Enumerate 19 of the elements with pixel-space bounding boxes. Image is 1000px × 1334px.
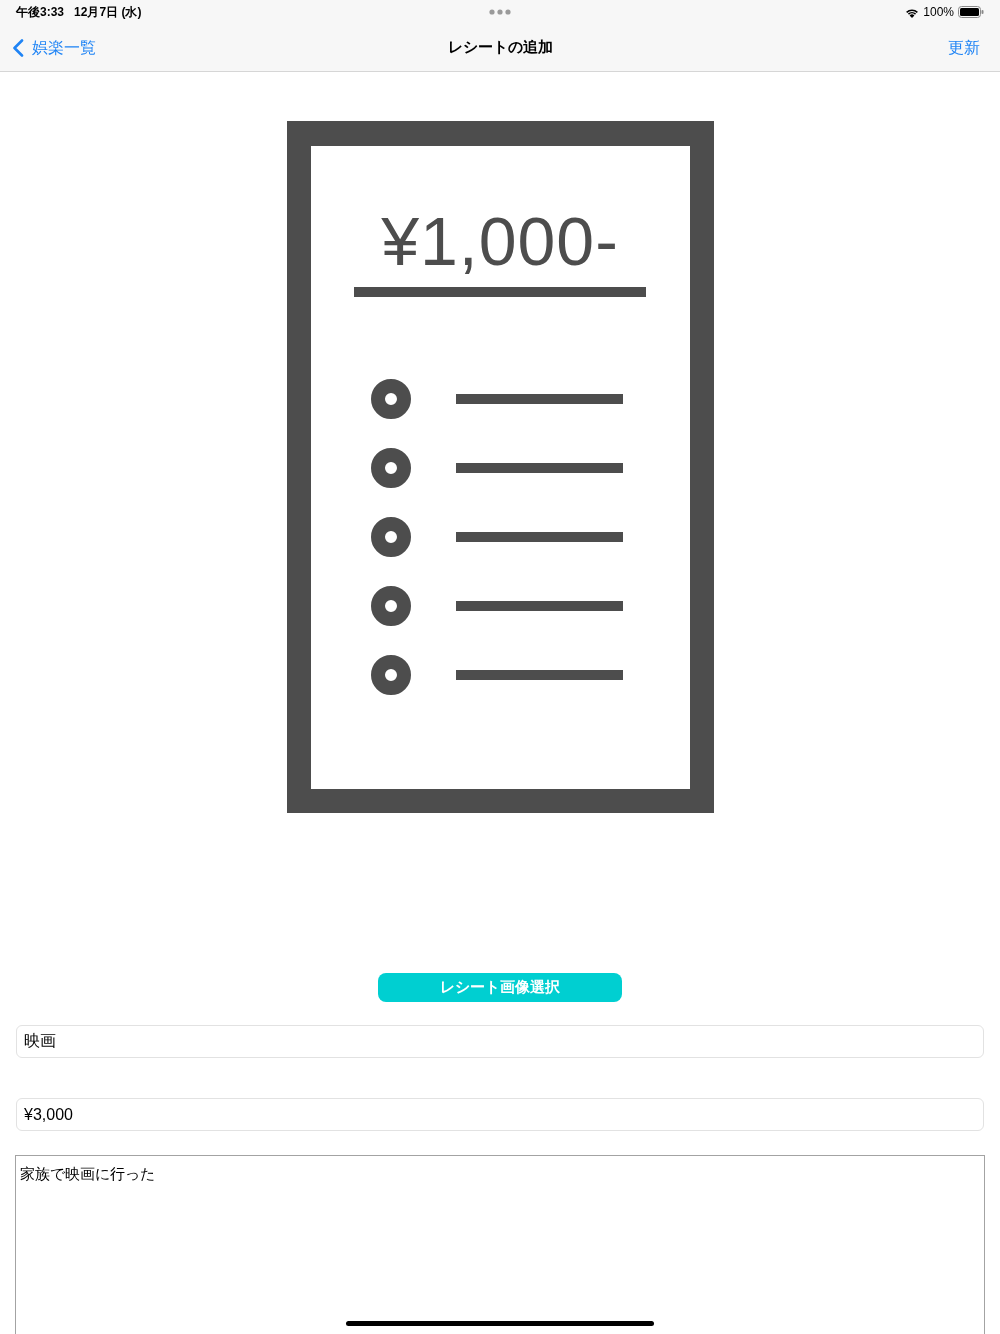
- ring-icon: [370, 586, 411, 626]
- ring-icon: [370, 655, 411, 695]
- screen-title: レシートの追加: [447, 37, 553, 58]
- wifi-icon: [905, 6, 920, 18]
- status-date: 12月7日 (水): [74, 4, 142, 21]
- receipt-amount: ¥1,000-: [381, 207, 619, 275]
- battery-percent: 100%: [923, 4, 954, 21]
- more-dots-icon[interactable]: [489, 9, 511, 15]
- status-time: 午後3:33: [16, 4, 65, 21]
- text-field[interactable]: 映画: [16, 1025, 984, 1058]
- text-field[interactable]: ¥3,000: [16, 1098, 984, 1131]
- ring-icon: [370, 517, 411, 557]
- chevron-left-icon: [12, 38, 24, 57]
- back-button[interactable]: 娯楽一覧: [0, 35, 100, 60]
- text-area[interactable]: 家族で映画に行った: [15, 1155, 985, 1334]
- ring-icon: [370, 379, 411, 419]
- update-button[interactable]: 更新: [948, 35, 1000, 60]
- ring-icon: [370, 448, 411, 488]
- battery-icon: [958, 6, 984, 18]
